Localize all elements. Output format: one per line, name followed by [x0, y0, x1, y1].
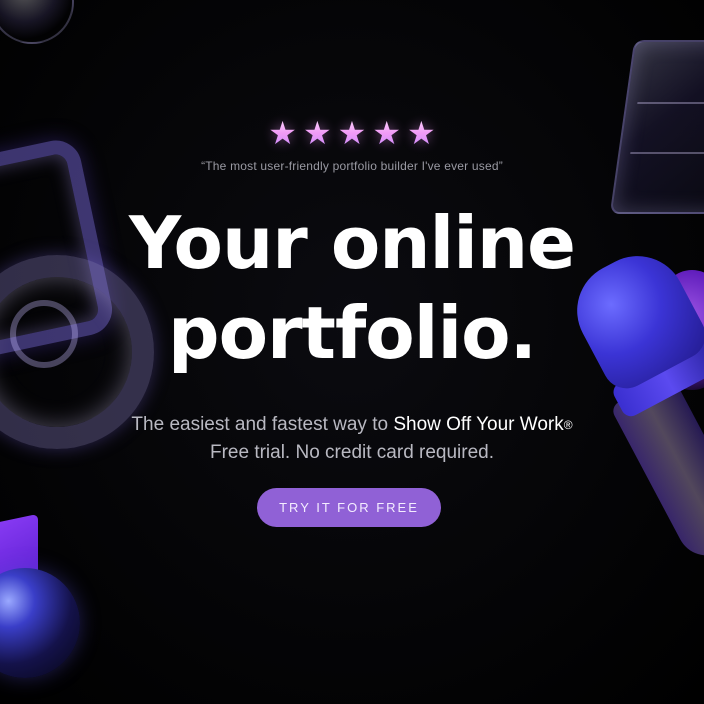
testimonial-quote: “The most user-friendly portfolio builde… [201, 159, 503, 173]
subheadline: The easiest and fastest way to Show Off … [0, 411, 704, 467]
star-icon: ★ [372, 114, 402, 152]
star-icon: ★ [407, 114, 436, 152]
rating-stars: ★ ★ ★ ★ ★ [0, 116, 704, 150]
page-title: Your online portfolio. [0, 198, 704, 378]
star-icon: ★ [302, 114, 332, 152]
headline-line-1: Your online [129, 201, 576, 285]
headline-line-2: portfolio. [168, 291, 537, 375]
hero-section: ★ ★ ★ ★ ★ “The most user-friendly portfolio … [0, 0, 704, 704]
try-it-free-button[interactable]: TRY IT FOR FREE [257, 488, 441, 527]
registered-mark: ® [563, 418, 573, 432]
subheadline-prefix: The easiest and fastest way to [131, 414, 394, 435]
star-icon: ★ [337, 114, 367, 152]
star-icon: ★ [268, 114, 297, 152]
subheadline-line-1: The easiest and fastest way to Show Off … [0, 411, 704, 439]
subheadline-highlight: Show Off Your Work [393, 414, 564, 435]
hero-content: ★ ★ ★ ★ ★ “The most user-friendly portfolio … [0, 0, 704, 704]
subheadline-line-2: Free trial. No credit card required. [209, 442, 495, 463]
